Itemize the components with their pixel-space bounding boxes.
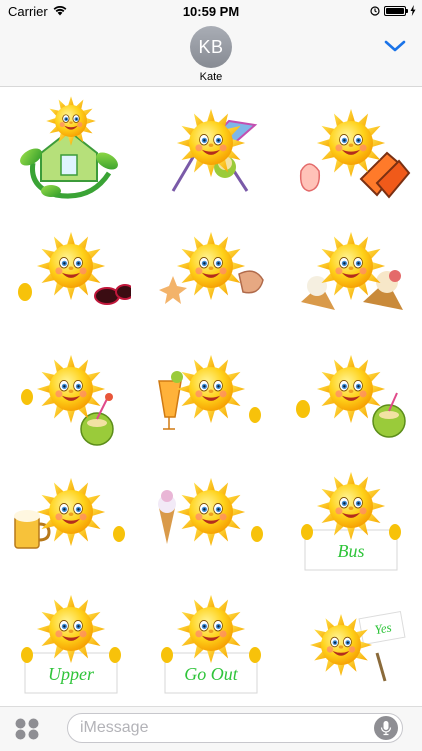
sun-go-out-sign-sticker[interactable]: Go Out: [141, 580, 281, 703]
message-placeholder: iMessage: [80, 719, 149, 736]
sun-sign-icon: Yes: [310, 610, 406, 681]
sign-text: Bus: [338, 541, 365, 561]
sticker-grid: Bus Upper Go Out Yes: [0, 88, 422, 706]
sign-text: Yes: [373, 619, 392, 637]
sun-beach-chair-sticker[interactable]: [141, 88, 281, 211]
sun-house-leaves-icon: [20, 95, 118, 198]
sun-seashells-sticker[interactable]: [141, 211, 281, 334]
sign-text: Upper: [48, 664, 95, 684]
sun-coconut-drink-sticker[interactable]: [1, 334, 141, 457]
sun-coconut-thumbs-sticker[interactable]: [281, 334, 421, 457]
sun-beer-mug-icon: [14, 477, 125, 549]
sun-flippers-sticker[interactable]: [281, 88, 421, 211]
sun-ice-cream-sticker[interactable]: [281, 211, 421, 334]
sun-starfish-shell-icon: [159, 231, 264, 304]
sun-upper-sign-sticker[interactable]: Upper: [1, 580, 141, 703]
sun-sign-icon: Go Out: [161, 594, 261, 693]
sun-ice-cream-cones-icon: [301, 231, 403, 310]
battery-fill: [386, 8, 404, 14]
sun-deckchair-coconut-icon: [171, 108, 258, 192]
sun-flippers-snorkel-icon: [299, 108, 411, 199]
sun-bus-sign-sticker[interactable]: Bus: [281, 457, 421, 580]
battery-icon: [384, 6, 408, 16]
sun-thumbs-up-sunglasses-icon: [18, 231, 131, 305]
sun-orange-cocktail-icon: [158, 354, 261, 430]
input-bar: iMessage: [0, 706, 422, 751]
status-bar: Carrier 10:59 PM: [0, 0, 422, 22]
sun-ice-cream-cone-sticker[interactable]: [141, 457, 281, 580]
sun-yes-sign-sticker[interactable]: Yes: [281, 580, 421, 703]
microphone-icon[interactable]: [374, 716, 398, 740]
sun-ice-cream-cone-icon: [158, 477, 263, 546]
sun-sunglasses-sticker[interactable]: [1, 211, 141, 334]
contact-avatar[interactable]: KB: [190, 26, 232, 68]
chevron-down-icon[interactable]: [382, 36, 408, 56]
contact-name[interactable]: Kate: [0, 71, 422, 83]
sun-sign-icon: Bus: [301, 471, 401, 570]
app-drawer-icon[interactable]: [14, 717, 40, 741]
sun-coconut-cocktail-icon: [21, 354, 114, 446]
sun-thumbs-coconut-icon: [296, 354, 406, 438]
sun-cocktail-sticker[interactable]: [141, 334, 281, 457]
sun-beer-sticker[interactable]: [1, 457, 141, 580]
message-input[interactable]: iMessage: [67, 713, 403, 743]
sun-sign-icon: Upper: [21, 594, 121, 693]
sign-text: Go Out: [184, 664, 238, 684]
eco-house-sun-sticker[interactable]: [1, 88, 141, 211]
conversation-header: KB Kate: [0, 22, 422, 87]
status-time: 10:59 PM: [182, 3, 240, 19]
